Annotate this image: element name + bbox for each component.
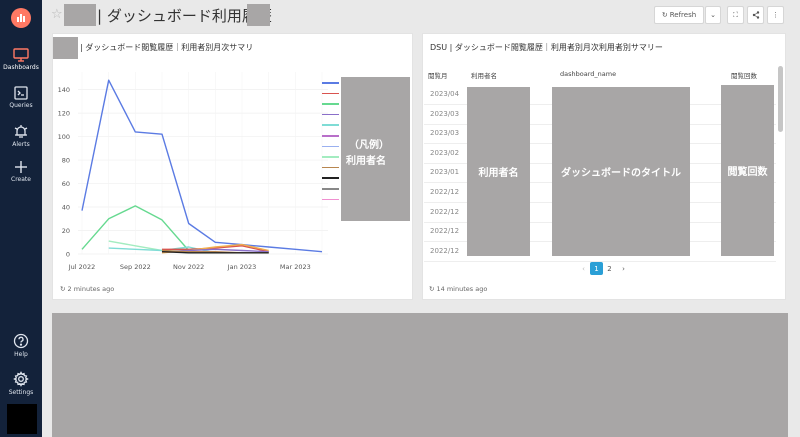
legend-swatch[interactable]	[322, 135, 339, 137]
x-tick-label: Jul 2022	[68, 263, 95, 271]
y-tick-label: 100	[58, 133, 70, 141]
redacted-count-column: 閲覧回数	[721, 85, 774, 256]
fullscreen-button[interactable]: ⛶	[727, 6, 744, 24]
y-tick-label: 40	[62, 204, 70, 212]
sidebar-item-label: Alerts	[12, 141, 30, 148]
sidebar-item-label: Queries	[9, 102, 33, 109]
legend-placeholder-label-2: 利用者名	[346, 156, 386, 167]
legend-swatch[interactable]	[322, 156, 339, 158]
chart-widget-updated: ↻ 2 minutes ago	[60, 285, 114, 293]
sidebar-item-settings[interactable]: Settings	[0, 371, 42, 396]
redacted-dashboard-column: ダッシュボードのタイトル	[552, 87, 690, 256]
y-tick-label: 80	[62, 157, 70, 165]
legend-swatch[interactable]	[322, 82, 339, 84]
user-avatar[interactable]	[7, 404, 37, 434]
sidebar-item-help[interactable]: Help	[0, 333, 42, 358]
x-tick-label: Mar 2023	[280, 263, 311, 271]
table-cell-month: 2022/12	[430, 246, 460, 255]
sidebar-item-label: Create	[11, 176, 31, 183]
gear-icon	[13, 371, 29, 387]
column-header-user[interactable]: 利用者名	[471, 70, 497, 80]
sidebar-item-label: Settings	[8, 389, 34, 396]
chevron-down-icon: ⌄	[710, 11, 716, 19]
legend-swatch[interactable]	[322, 188, 339, 190]
y-tick-label: 0	[66, 251, 70, 259]
sidebar-item-create[interactable]: Create	[0, 160, 42, 183]
x-tick-label: Nov 2022	[173, 263, 204, 271]
column-header-view-count[interactable]: 閲覧回数	[731, 70, 757, 80]
table-scrollbar[interactable]	[778, 66, 783, 132]
refresh-small-icon: ↻	[429, 285, 437, 293]
redacted-title-prefix	[64, 4, 96, 26]
chart-updated-text: 2 minutes ago	[67, 285, 115, 293]
pagination-next[interactable]: ›	[617, 262, 630, 275]
table-cell-month: 2023/04	[430, 90, 460, 98]
table-cell-month: 2023/03	[430, 129, 460, 138]
legend-swatch[interactable]	[322, 166, 339, 169]
refresh-button[interactable]: ↻ Refresh	[654, 6, 704, 24]
star-icon[interactable]: ☆	[51, 7, 63, 22]
table-widget-title: DSU | ダッシュボード閲覧履歴｜利用者別月次利用者別サマリー	[430, 43, 663, 52]
plus-icon	[15, 161, 27, 173]
legend-placeholder-label-1: （凡例）	[349, 140, 389, 151]
y-tick-label: 60	[62, 180, 70, 188]
terminal-icon	[14, 86, 28, 100]
page-title: | ダッシュボード利用履歴	[97, 7, 272, 25]
sidebar-item-queries[interactable]: Queries	[0, 86, 42, 109]
chart-widget-title: | ダッシュボード閲覧履歴｜利用者別月次サマリ	[80, 43, 254, 52]
table-cell-month: 2022/12	[430, 207, 460, 216]
sidebar-item-label: Help	[14, 351, 28, 358]
legend-swatch[interactable]	[322, 145, 339, 148]
table-updated-text: 14 minutes ago	[436, 285, 488, 293]
y-tick-label: 140	[58, 86, 70, 94]
sidebar-item-dashboards[interactable]: Dashboards	[0, 48, 42, 71]
refresh-small-icon: ↻	[60, 285, 68, 293]
table-cell-month: 2023/03	[430, 109, 460, 118]
more-options-button[interactable]: ⋮	[767, 6, 784, 24]
table-cell-month: 2023/01	[430, 168, 460, 177]
legend-swatch[interactable]	[322, 92, 339, 95]
column-header-dashboard-name[interactable]: dashboard_name	[560, 70, 616, 78]
sidebar: Dashboards Queries Alerts Create Help Se…	[0, 0, 42, 437]
kebab-menu-icon: ⋮	[772, 11, 779, 19]
legend-swatch[interactable]	[322, 177, 339, 179]
refresh-icon: ↻	[661, 11, 668, 19]
legend-swatch[interactable]	[322, 124, 339, 126]
redacted-widget	[52, 313, 788, 437]
bell-icon	[14, 125, 28, 138]
share-icon	[752, 11, 759, 19]
redacted-title-suffix	[247, 4, 270, 26]
redacted-widget-prefix	[53, 37, 78, 59]
sidebar-item-alerts[interactable]: Alerts	[0, 124, 42, 148]
table-cell-month: 2022/12	[430, 227, 460, 236]
x-tick-label: Jan 2023	[227, 263, 257, 271]
share-button[interactable]	[747, 6, 764, 24]
desktop-icon	[13, 48, 29, 62]
table-cell-month: 2023/02	[430, 148, 460, 157]
fullscreen-icon: ⛶	[733, 10, 738, 19]
pagination-page-1[interactable]: 1	[590, 262, 603, 275]
column-header-month[interactable]: 閲覧月	[428, 70, 448, 80]
app-logo[interactable]	[11, 8, 31, 28]
legend-swatch[interactable]	[322, 198, 339, 201]
x-tick-label: Sep 2022	[120, 263, 151, 271]
legend-swatch[interactable]	[322, 103, 339, 105]
refresh-label: Refresh	[669, 11, 697, 19]
table-widget-updated: ↻ 14 minutes ago	[429, 285, 487, 293]
y-tick-label: 20	[62, 227, 70, 235]
redacted-user-column: 利用者名	[467, 87, 530, 256]
series-line-0	[81, 79, 323, 253]
y-tick-label: 120	[58, 110, 70, 118]
pagination-prev[interactable]: ‹	[577, 262, 590, 275]
page-header: ☆ | ダッシュボード利用履歴 ↻ Refresh ⌄ ⛶ ⋮	[42, 0, 792, 31]
sidebar-item-label: Dashboards	[3, 64, 39, 71]
table-cell-month: 2022/12	[430, 188, 460, 196]
refresh-dropdown-button[interactable]: ⌄	[705, 6, 721, 24]
help-icon	[13, 333, 29, 349]
pagination-page-2[interactable]: 2	[603, 262, 616, 275]
legend-swatch[interactable]	[322, 113, 339, 116]
